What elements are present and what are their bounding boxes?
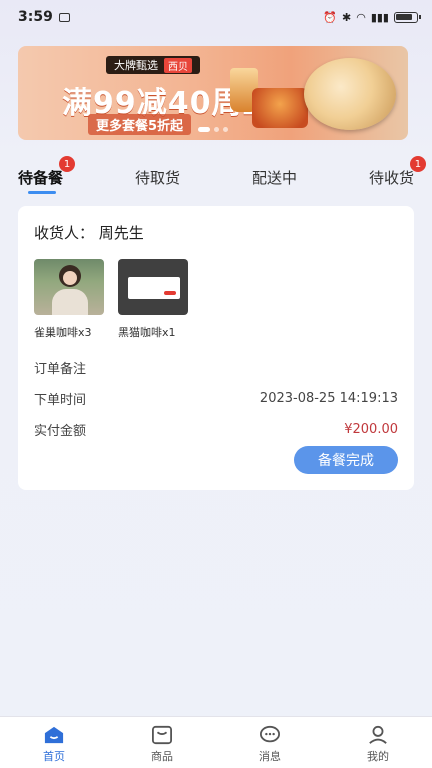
tab-label: 配送中: [251, 169, 297, 187]
order-note-row: 订单备注: [34, 352, 398, 383]
order-note-label: 订单备注: [34, 362, 87, 377]
profile-icon: [369, 725, 387, 744]
recipient: 收货人： 周先生: [34, 222, 398, 243]
recipient-label: 收货人：: [34, 224, 95, 242]
bluetooth-icon: ✱: [342, 10, 352, 24]
nav-label: 消息: [259, 750, 281, 763]
order-status-tabs: 待备餐 1 待取货 配送中 待收货 1: [0, 156, 432, 196]
product-item[interactable]: 雀巢咖啡x3: [34, 259, 104, 340]
status-bar: 3:59 ⏰ ✱ ◠ ▮▮▮: [0, 0, 432, 34]
wifi-icon: ◠: [356, 10, 366, 24]
alarm-icon: ⏰: [323, 10, 337, 24]
nav-label: 商品: [151, 750, 173, 763]
nav-item-home[interactable]: 首页: [19, 717, 89, 768]
nav-label: 我的: [367, 750, 389, 763]
order-amount-value: ¥200.00: [344, 422, 398, 437]
goods-icon: [152, 725, 172, 745]
tab-badge: 1: [59, 156, 76, 172]
banner-pagination: [198, 127, 228, 132]
home-icon: [44, 726, 64, 744]
tab-pending-pickup[interactable]: 待取货: [135, 160, 180, 196]
banner-sub-text: 更多套餐5折起: [88, 114, 192, 135]
product-image: [34, 259, 104, 315]
nav-item-goods[interactable]: 商品: [127, 717, 197, 768]
status-time: 3:59: [18, 9, 53, 25]
tab-pending-prep[interactable]: 待备餐 1: [18, 156, 76, 196]
promo-banner[interactable]: 大牌甄选 西贝 满99减40周五 更多套餐5折起: [18, 46, 408, 140]
tab-pending-receipt[interactable]: 待收货 1: [368, 156, 426, 196]
tab-label: 待收货: [368, 169, 414, 187]
recipient-name: 周先生: [98, 224, 144, 242]
product-list: 雀巢咖啡x3 黑猫咖啡x1: [34, 259, 398, 340]
nav-item-profile[interactable]: 我的: [343, 717, 413, 768]
signal-icon: ▮▮▮: [370, 10, 389, 24]
product-name: 黑猫咖啡x1: [118, 326, 176, 339]
product-item[interactable]: 黑猫咖啡x1: [118, 259, 188, 340]
product-image: [118, 259, 188, 315]
order-time-row: 下单时间 2023-08-25 14:19:13: [34, 383, 398, 414]
tab-delivering[interactable]: 配送中: [252, 160, 297, 196]
order-time-value: 2023-08-25 14:19:13: [259, 391, 398, 406]
order-card[interactable]: 收货人： 周先生 雀巢咖啡x3 黑猫咖啡x1 订单备注 下单时间 2023-08…: [18, 206, 414, 490]
nav-item-messages[interactable]: 消息: [235, 717, 305, 768]
banner-brand: 大牌甄选 西贝: [106, 56, 200, 74]
order-amount-row: 实付金额 ¥200.00: [34, 414, 398, 445]
order-time-label: 下单时间: [34, 393, 87, 408]
banner-brand-tag: 西贝: [164, 57, 192, 73]
prep-complete-button[interactable]: 备餐完成: [294, 446, 398, 474]
food-bowl-image: [252, 88, 308, 128]
nav-label: 首页: [43, 750, 65, 763]
dumplings-image: [304, 58, 396, 130]
product-name: 雀巢咖啡x3: [34, 326, 92, 339]
tab-badge: 1: [409, 156, 426, 172]
battery-icon: [394, 11, 421, 23]
message-icon: [260, 725, 280, 743]
bottom-nav: 首页 商品 消息 我的: [0, 716, 432, 768]
tab-label: 待备餐: [18, 169, 64, 187]
tab-label: 待取货: [134, 169, 180, 187]
order-amount-label: 实付金额: [34, 424, 87, 439]
banner-brand-label: 大牌甄选: [114, 59, 158, 72]
notification-icon: [58, 12, 70, 22]
